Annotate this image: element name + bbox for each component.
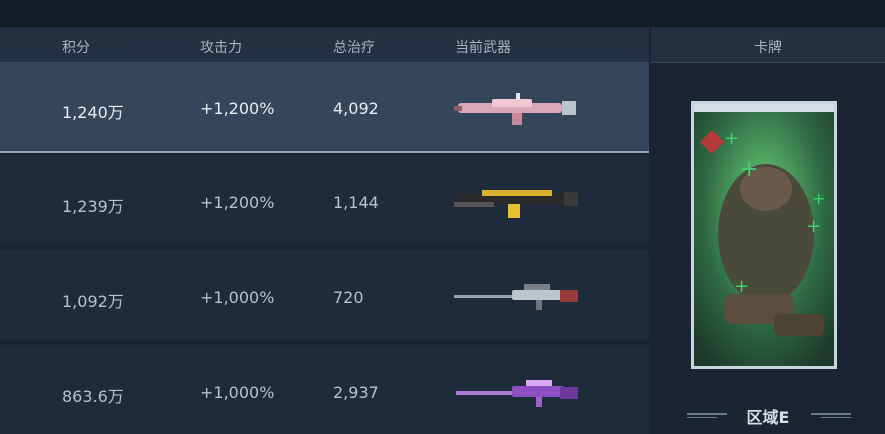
score-value: 1,239万 bbox=[62, 197, 124, 216]
monster-card-art-icon: + + + + + bbox=[694, 104, 834, 366]
attack-value: +1,000% bbox=[200, 383, 275, 402]
score-value: 1,240万 bbox=[62, 103, 124, 122]
attack-value: +1,200% bbox=[200, 193, 275, 212]
top-bar bbox=[0, 0, 885, 27]
table-row[interactable]: 1,240万 +1,200% 4,092 bbox=[0, 63, 649, 153]
table-header: 积分 攻击力 总治疗 当前武器 bbox=[0, 27, 649, 63]
svg-text:+: + bbox=[806, 216, 821, 237]
score-table: 积分 攻击力 总治疗 当前武器 1,240万 +1,200% 4,092 1,2… bbox=[0, 27, 649, 434]
svg-text:+: + bbox=[812, 189, 825, 208]
decor-right-icon bbox=[811, 413, 851, 418]
pink-rifle-icon bbox=[454, 93, 576, 125]
svg-text:+: + bbox=[724, 128, 739, 149]
attack-value: +1,000% bbox=[200, 288, 275, 307]
card-title: 卡牌 bbox=[754, 40, 782, 56]
header-weapon: 当前武器 bbox=[455, 40, 511, 56]
svg-text:+: + bbox=[734, 276, 749, 297]
healing-value: 2,937 bbox=[333, 383, 379, 402]
header-healing: 总治疗 bbox=[333, 40, 375, 56]
svg-text:+: + bbox=[740, 157, 758, 182]
healing-value: 4,092 bbox=[333, 99, 379, 118]
card-header: 卡牌 bbox=[651, 27, 885, 63]
attack-value: +1,200% bbox=[200, 99, 275, 118]
header-attack: 攻击力 bbox=[200, 40, 242, 56]
score-value: 1,092万 bbox=[62, 292, 124, 311]
table-row[interactable]: 863.6万 +1,000% 2,937 bbox=[0, 345, 649, 434]
healing-value: 720 bbox=[333, 288, 364, 307]
purple-sniper-icon bbox=[456, 380, 578, 407]
table-row[interactable]: 1,092万 +1,000% 720 bbox=[0, 250, 649, 340]
healing-value: 1,144 bbox=[333, 193, 379, 212]
card-image[interactable]: + + + + + bbox=[691, 101, 837, 369]
card-panel: 卡牌 + + + + + 区域E bbox=[651, 27, 885, 434]
sniper-rifle-icon bbox=[454, 284, 578, 310]
header-score: 积分 bbox=[62, 40, 90, 56]
gold-rifle-icon bbox=[454, 190, 578, 218]
table-row[interactable]: 1,239万 +1,200% 1,144 bbox=[0, 155, 649, 245]
score-value: 863.6万 bbox=[62, 387, 124, 406]
